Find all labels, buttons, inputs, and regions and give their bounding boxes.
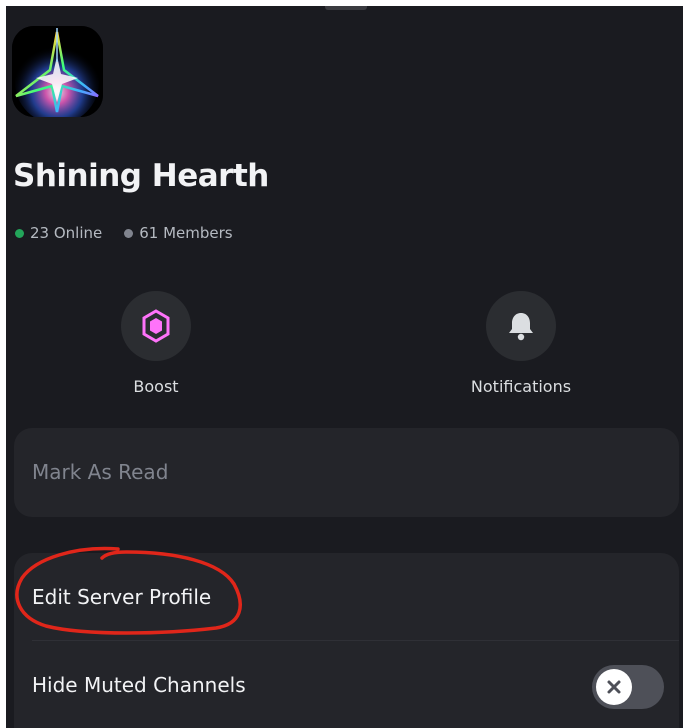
settings-card: Edit Server Profile Hide Muted Channels — [14, 553, 679, 728]
online-status-icon — [15, 228, 24, 238]
mark-as-read-item[interactable]: Mark As Read — [14, 428, 679, 516]
boost-label: Boost — [133, 377, 179, 396]
server-menu-sheet: Shining Hearth 23 Online 61 Members Boos… — [6, 6, 683, 728]
prismatic-star-logo — [12, 26, 103, 117]
boost-circle[interactable] — [121, 291, 191, 361]
mark-as-read-label: Mark As Read — [32, 460, 169, 484]
online-count: 23 Online — [15, 224, 102, 242]
server-stats: 23 Online 61 Members — [15, 224, 233, 242]
server-name: Shining Hearth — [13, 158, 269, 194]
server-icon[interactable] — [12, 26, 103, 117]
drag-handle[interactable] — [325, 6, 367, 10]
hide-muted-toggle[interactable] — [592, 665, 664, 709]
mark-read-card: Mark As Read — [14, 428, 679, 517]
notifications-label: Notifications — [470, 377, 572, 396]
boost-button[interactable]: Boost — [76, 291, 236, 396]
close-icon — [607, 680, 621, 694]
bell-icon — [509, 313, 533, 341]
edit-server-profile-item[interactable]: Edit Server Profile — [14, 553, 679, 641]
edit-server-profile-label: Edit Server Profile — [32, 585, 212, 609]
toggle-knob[interactable] — [596, 669, 632, 705]
member-count: 61 Members — [124, 224, 233, 242]
notifications-circle[interactable] — [486, 291, 556, 361]
hide-muted-channels-item[interactable]: Hide Muted Channels — [14, 641, 679, 728]
member-count-label: 61 Members — [139, 224, 233, 242]
online-count-label: 23 Online — [30, 224, 103, 242]
members-status-icon — [124, 228, 134, 238]
hide-muted-channels-label: Hide Muted Channels — [32, 673, 246, 697]
boost-gem-icon — [142, 309, 170, 343]
notifications-button[interactable]: Notifications — [441, 291, 601, 396]
